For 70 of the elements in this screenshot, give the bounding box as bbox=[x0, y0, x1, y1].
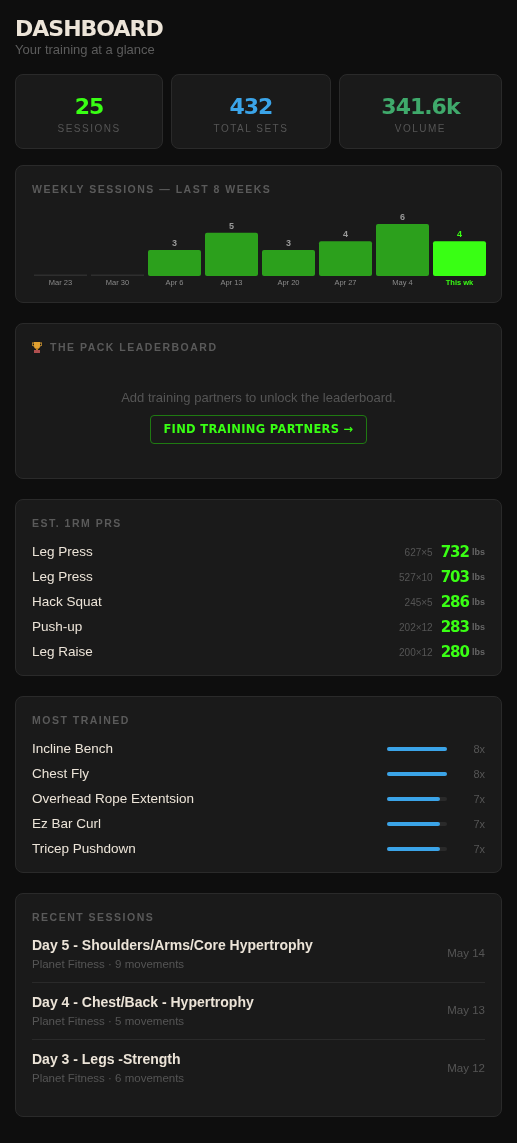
pr-value: 286 bbox=[440, 592, 469, 614]
pr-value: 703 bbox=[440, 567, 469, 589]
exercise-name: Leg Press bbox=[32, 568, 93, 587]
session-name: Day 4 - Chest/Back - Hypertrophy bbox=[32, 992, 254, 1012]
stat-label: SESSIONS bbox=[56, 122, 122, 136]
session-date: May 12 bbox=[447, 1060, 485, 1076]
bar bbox=[262, 249, 315, 276]
section-title: WEEKLY SESSIONS — LAST 8 WEEKS bbox=[32, 182, 273, 197]
page-title: DASHBOARD bbox=[15, 16, 164, 42]
unit-label: lbs bbox=[472, 595, 485, 609]
set-detail: 200×12 bbox=[399, 646, 433, 660]
set-detail: 245×5 bbox=[404, 596, 433, 610]
bar bbox=[376, 223, 429, 276]
set-detail: 527×10 bbox=[399, 571, 433, 585]
bar-value: 4 bbox=[457, 229, 462, 240]
bar-value: 6 bbox=[400, 211, 405, 222]
bar bbox=[433, 241, 486, 276]
section-title: THE PACK LEADERBOARD bbox=[50, 339, 218, 355]
exercise-name: Incline Bench bbox=[32, 740, 114, 759]
progress-bar bbox=[387, 772, 447, 777]
bar bbox=[148, 249, 201, 276]
unit-label: lbs bbox=[472, 620, 485, 634]
pr-value: 280 bbox=[440, 642, 469, 664]
trophy-icon bbox=[32, 342, 42, 354]
find-partners-button[interactable]: FIND TRAINING PARTNERS → bbox=[150, 415, 367, 445]
exercise-name: Tricep Pushdown bbox=[32, 840, 136, 859]
bar-value: 4 bbox=[343, 229, 348, 240]
stat-label: VOLUME bbox=[393, 122, 448, 136]
unit-label: lbs bbox=[472, 545, 485, 559]
bar-value: 5 bbox=[229, 220, 234, 231]
bar bbox=[205, 232, 258, 276]
section-title: EST. 1RM PRS bbox=[32, 516, 123, 532]
session-date: May 14 bbox=[447, 946, 485, 961]
exercise-name: Hack Squat bbox=[32, 593, 102, 612]
count-label: 8x bbox=[472, 742, 485, 757]
unit-label: lbs bbox=[472, 645, 485, 659]
count-label: 7x bbox=[472, 817, 485, 832]
count-label: 8x bbox=[472, 767, 485, 782]
pr-value: 283 bbox=[440, 617, 469, 639]
exercise-name: Leg Press bbox=[32, 543, 93, 562]
progress-bar bbox=[387, 847, 447, 852]
session-name: Day 5 - Shoulders/Arms/Core Hypertrophy bbox=[32, 935, 313, 955]
section-title: MOST TRAINED bbox=[32, 713, 131, 728]
exercise-name: Overhead Rope Extentsion bbox=[32, 790, 195, 809]
count-label: 7x bbox=[472, 792, 485, 807]
exercise-name: Push-up bbox=[32, 618, 83, 637]
unit-label: lbs bbox=[472, 570, 485, 584]
bar-value: 3 bbox=[286, 237, 291, 248]
stat-value: 432 bbox=[228, 93, 274, 121]
set-detail: 202×12 bbox=[399, 621, 433, 635]
empty-message: Add training partners to unlock the leaderboard. bbox=[120, 388, 397, 407]
progress-bar bbox=[387, 747, 447, 752]
page-subtitle: Your training at a glance bbox=[15, 42, 156, 58]
section-title: RECENT SESSIONS bbox=[32, 909, 156, 925]
count-label: 7x bbox=[472, 842, 485, 857]
stat-value: 341.6k bbox=[380, 93, 462, 121]
set-detail: 627×5 bbox=[404, 546, 433, 560]
progress-bar bbox=[387, 822, 447, 827]
session-date: May 13 bbox=[447, 1003, 485, 1019]
session-meta: Planet Fitness · 5 movements bbox=[32, 1013, 186, 1029]
session-name: Day 3 - Legs -Strength bbox=[32, 1050, 182, 1069]
exercise-name: Ez Bar Curl bbox=[32, 815, 102, 834]
bar-value: 3 bbox=[172, 237, 177, 248]
stat-label: TOTAL SETS bbox=[212, 122, 290, 136]
pr-value: 732 bbox=[440, 542, 469, 564]
bar bbox=[319, 241, 372, 276]
exercise-name: Chest Fly bbox=[32, 765, 89, 784]
exercise-name: Leg Raise bbox=[32, 643, 93, 662]
stat-value: 25 bbox=[73, 93, 105, 121]
progress-bar bbox=[387, 797, 447, 802]
